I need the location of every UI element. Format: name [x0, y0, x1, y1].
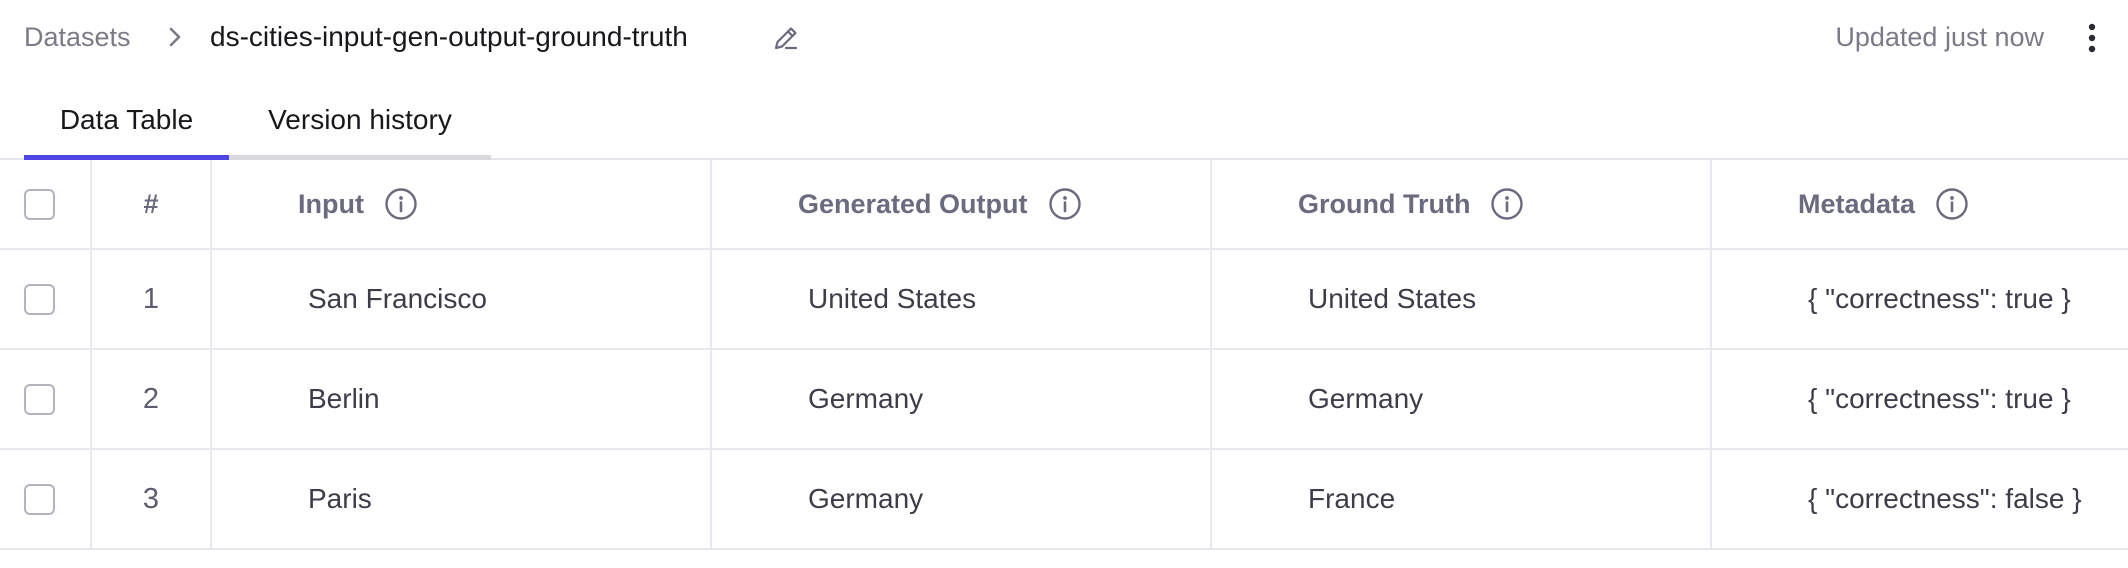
edit-title-button[interactable] — [768, 20, 804, 56]
info-icon[interactable] — [1490, 187, 1524, 221]
row-select-cell — [0, 349, 92, 450]
select-all-checkbox[interactable] — [24, 188, 55, 220]
more-vertical-icon — [2088, 23, 2096, 53]
column-header-label: Ground Truth — [1298, 188, 1471, 219]
table-header-row: # Input Generated Output Ground Truth Me… — [0, 160, 2128, 250]
row-select-cell — [0, 449, 92, 550]
info-icon[interactable] — [384, 187, 418, 221]
pencil-icon — [774, 27, 798, 50]
cell-text: Germany — [1308, 383, 1424, 414]
column-header-label: Input — [298, 188, 364, 219]
row-checkbox[interactable] — [24, 483, 55, 515]
row-number: 1 — [91, 249, 212, 350]
column-header-number: # — [91, 160, 212, 250]
tab-label: Data Table — [59, 104, 194, 135]
cell-metadata[interactable]: { "correctness": true } — [1711, 349, 2128, 450]
table-row[interactable]: 2 Berlin Germany Germany { "correctness"… — [0, 349, 2128, 450]
column-header-label: Generated Output — [798, 188, 1028, 219]
row-checkbox[interactable] — [24, 383, 55, 415]
column-header-content: Ground Truth — [1298, 187, 1710, 221]
tab-bar: Data Table Version history — [0, 96, 2128, 160]
cell-metadata[interactable]: { "correctness": false } — [1711, 449, 2128, 550]
column-header-content: Input — [298, 187, 710, 221]
cell-text: Germany — [808, 383, 924, 414]
cell-text: { "correctness": false } — [1808, 483, 2082, 514]
cell-generated-output[interactable]: United States — [711, 249, 1212, 350]
more-options-button[interactable] — [2074, 18, 2110, 58]
cell-text: { "correctness": true } — [1808, 383, 2071, 414]
cell-text: { "correctness": true } — [1808, 283, 2071, 314]
tab-version-history[interactable]: Version history — [229, 96, 491, 160]
info-icon[interactable] — [1048, 187, 1082, 221]
cell-ground-truth[interactable]: France — [1211, 449, 1712, 550]
data-table: # Input Generated Output Ground Truth Me… — [0, 160, 2128, 550]
cell-generated-output[interactable]: Germany — [711, 449, 1212, 550]
cell-text: United States — [808, 283, 977, 314]
updated-status: Updated just now — [1835, 22, 2044, 52]
cell-text: San Francisco — [308, 283, 487, 314]
column-header-ground-truth: Ground Truth — [1211, 160, 1712, 250]
cell-ground-truth[interactable]: United States — [1211, 249, 1712, 350]
table-row[interactable]: 3 Paris Germany France { "correctness": … — [0, 449, 2128, 550]
row-number: 3 — [91, 449, 212, 550]
cell-text: Germany — [808, 483, 924, 514]
page-header: Datasets ds-cities-input-gen-output-grou… — [0, 0, 2128, 76]
table-row[interactable]: 1 San Francisco United States United Sta… — [0, 249, 2128, 350]
chevron-right-icon — [169, 27, 181, 47]
cell-input[interactable]: Berlin — [211, 349, 712, 450]
dataset-title: ds-cities-input-gen-output-ground-truth — [210, 21, 688, 52]
row-number: 2 — [91, 349, 212, 450]
tab-data-table[interactable]: Data Table — [24, 96, 229, 160]
cell-input[interactable]: San Francisco — [211, 249, 712, 350]
cell-metadata[interactable]: { "correctness": true } — [1711, 249, 2128, 350]
cell-text: United States — [1308, 283, 1477, 314]
info-icon[interactable] — [1935, 187, 1969, 221]
column-header-content: Metadata — [1798, 187, 2128, 221]
row-checkbox[interactable] — [24, 283, 55, 315]
cell-text: France — [1308, 483, 1396, 514]
breadcrumb-datasets-link[interactable]: Datasets — [24, 18, 131, 56]
column-header-generated-output: Generated Output — [711, 160, 1212, 250]
cell-input[interactable]: Paris — [211, 449, 712, 550]
dataset-page: Datasets ds-cities-input-gen-output-grou… — [0, 0, 2128, 568]
column-header-label: Metadata — [1798, 188, 1916, 219]
cell-generated-output[interactable]: Germany — [711, 349, 1212, 450]
row-select-cell — [0, 249, 92, 350]
column-header-metadata: Metadata — [1711, 160, 2128, 250]
tab-label: Version history — [268, 104, 452, 135]
cell-text: Berlin — [308, 383, 380, 414]
cell-ground-truth[interactable]: Germany — [1211, 349, 1712, 450]
select-all-cell — [0, 160, 92, 250]
column-header-content: Generated Output — [798, 187, 1210, 221]
cell-text: Paris — [308, 483, 372, 514]
column-header-input: Input — [211, 160, 712, 250]
